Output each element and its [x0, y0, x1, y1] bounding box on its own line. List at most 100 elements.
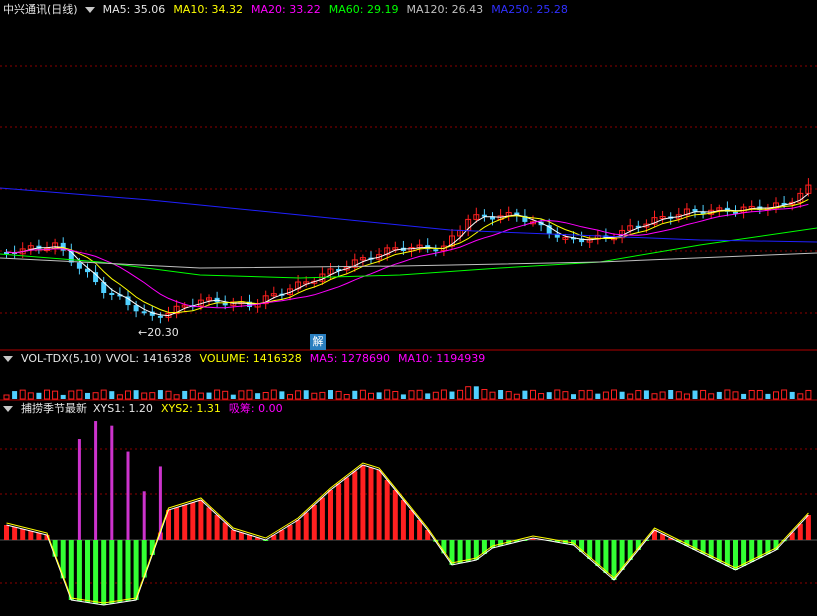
accumulate-bar	[142, 491, 146, 540]
volume-bar	[359, 389, 366, 400]
volume-bar	[602, 391, 609, 400]
volume-bar	[189, 389, 196, 400]
volume-bar	[797, 393, 804, 400]
oscillator-bar	[425, 530, 431, 540]
volume-bar	[303, 390, 309, 399]
volume-bar	[400, 394, 406, 399]
oscillator-bar	[198, 500, 204, 540]
oscillator-bar	[384, 480, 390, 540]
volume-bar	[489, 391, 496, 400]
oscillator-bar	[68, 540, 74, 600]
oscillator-bar	[109, 540, 115, 604]
oscillator-bar	[36, 533, 42, 540]
candle-body	[133, 305, 139, 312]
volume-bar	[52, 390, 59, 400]
oscillator-bar	[368, 467, 374, 540]
volume-bar	[732, 391, 739, 400]
oscillator-bar	[587, 540, 593, 559]
volume-bar	[716, 391, 722, 399]
volume-bar	[133, 390, 139, 399]
stock-chart-canvas[interactable]	[0, 0, 817, 616]
volume-bar	[668, 390, 674, 399]
oscillator-bar	[611, 540, 617, 580]
volume-bar	[109, 391, 115, 399]
candle-body	[109, 292, 115, 295]
volume-bar	[651, 393, 658, 400]
volume-bar	[465, 386, 472, 400]
volume-bar	[538, 393, 545, 400]
oscillator-bar	[238, 532, 244, 540]
volume-bar	[805, 389, 812, 400]
oscillator-bar	[295, 520, 301, 540]
ma120-line	[0, 252, 817, 269]
volume-bar	[756, 389, 763, 400]
volume-bar	[748, 390, 755, 400]
oscillator-bar	[805, 515, 811, 540]
volume-bar	[222, 390, 229, 400]
volume-bar	[44, 389, 50, 400]
volume-bar	[554, 389, 561, 400]
volume-bar	[440, 389, 447, 400]
oscillator-bar	[214, 515, 220, 540]
volume-bar	[352, 390, 358, 399]
volume-bar	[635, 390, 642, 400]
ma10-line	[6, 198, 809, 314]
volume-bar	[781, 389, 788, 400]
volume-bar	[384, 389, 391, 400]
oscillator-bar	[328, 490, 333, 540]
oscillator-bar	[603, 540, 609, 573]
candle-body	[433, 249, 439, 252]
volume-bar	[182, 390, 188, 399]
oscillator-bar	[627, 540, 633, 560]
volume-bar	[789, 391, 795, 399]
oscillator-bar	[392, 490, 398, 540]
oscillator-bar	[344, 477, 350, 540]
volume-bar	[505, 391, 512, 400]
accumulate-bar	[110, 425, 114, 540]
oscillator-bar	[400, 500, 406, 540]
oscillator-bar	[4, 525, 9, 540]
volume-bar	[773, 391, 779, 400]
volume-bar	[19, 389, 26, 400]
volume-bar	[683, 393, 690, 400]
volume-bar	[457, 389, 464, 400]
oscillator-bar	[206, 507, 212, 540]
oscillator-bar	[409, 510, 414, 540]
oscillator-bar	[174, 507, 180, 540]
volume-bar	[85, 392, 90, 399]
volume-bar	[449, 391, 455, 399]
volume-bar	[765, 393, 771, 399]
volume-bar	[530, 389, 536, 400]
oscillator-bar	[85, 540, 90, 603]
oscillator-bar	[303, 512, 309, 540]
volume-bar	[611, 389, 617, 400]
volume-bar	[481, 388, 488, 400]
volume-bar	[408, 390, 415, 400]
oscillator-bar	[190, 502, 196, 540]
candle-body	[93, 272, 99, 283]
volume-bar	[692, 390, 698, 399]
volume-bar	[116, 394, 123, 400]
volume-bar	[595, 393, 601, 399]
ma20-line	[6, 203, 809, 309]
volume-bar	[724, 389, 731, 400]
oscillator-bar	[182, 505, 188, 540]
volume-bar	[643, 390, 649, 399]
volume-bar	[238, 390, 245, 400]
volume-bar	[100, 389, 107, 400]
candle-body	[141, 311, 147, 314]
oscillator-bar	[741, 540, 747, 566]
volume-bar	[76, 389, 83, 400]
accumulate-bar	[77, 439, 81, 540]
oscillator-bar	[376, 470, 382, 540]
oscillator-bar	[230, 530, 236, 540]
volume-bar	[125, 390, 131, 400]
volume-bar	[675, 391, 682, 400]
jie-marker[interactable]: 解	[310, 334, 326, 350]
volume-bar	[287, 394, 293, 400]
volume-bar	[270, 389, 277, 400]
volume-bar	[141, 392, 148, 400]
oscillator-bar	[28, 531, 34, 540]
volume-bar	[392, 390, 399, 400]
volume-bar	[708, 393, 715, 400]
